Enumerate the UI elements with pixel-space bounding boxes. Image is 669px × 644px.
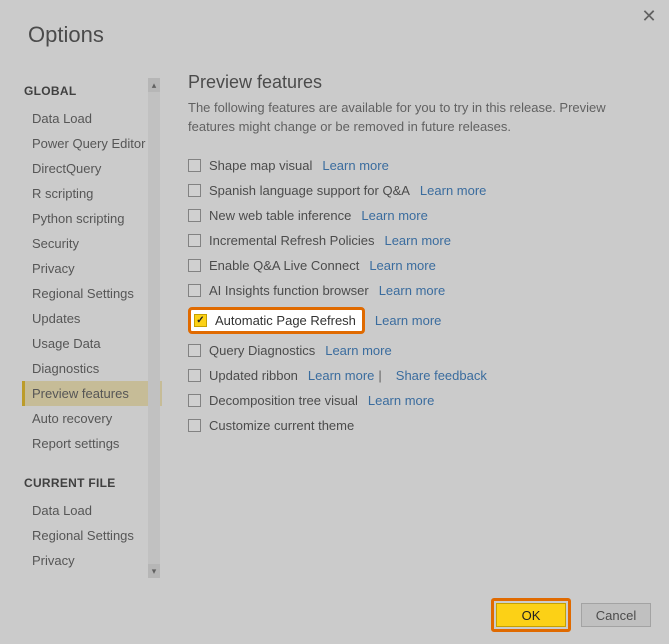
sidebar-item[interactable]: Preview features — [22, 381, 162, 406]
learn-more-link[interactable]: Learn more — [368, 393, 434, 408]
sidebar-item[interactable]: Updates — [22, 306, 162, 331]
feature-row: AI Insights function browser Learn more — [188, 278, 647, 303]
feature-label: Decomposition tree visual — [209, 393, 358, 408]
sidebar-scrollbar[interactable]: ▴ ▾ — [148, 78, 160, 578]
learn-more-link[interactable]: Learn more — [379, 283, 445, 298]
sidebar-item[interactable]: Privacy — [22, 548, 162, 573]
sidebar-item[interactable]: Power Query Editor — [22, 131, 162, 156]
sidebar-item[interactable]: Usage Data — [22, 331, 162, 356]
sidebar-item[interactable]: Regional Settings — [22, 281, 162, 306]
learn-more-link[interactable]: Learn more — [369, 258, 435, 273]
feature-checkbox[interactable] — [188, 234, 201, 247]
dialog-footer: OK Cancel — [491, 598, 651, 632]
learn-more-link[interactable]: Learn more — [308, 368, 374, 383]
share-feedback-link[interactable]: Share feedback — [396, 368, 487, 383]
ok-button[interactable]: OK — [496, 603, 566, 627]
feature-row: Updated ribbon Learn more | Share feedback — [188, 363, 647, 388]
learn-more-link[interactable]: Learn more — [322, 158, 388, 173]
feature-label: Enable Q&A Live Connect — [209, 258, 359, 273]
feature-label: Shape map visual — [209, 158, 312, 173]
sidebar-section-header: GLOBAL — [22, 78, 162, 106]
sidebar-item[interactable]: Security — [22, 231, 162, 256]
close-icon[interactable]: ✕ — [639, 6, 659, 26]
feature-checkbox[interactable] — [188, 159, 201, 172]
sidebar-item[interactable]: Report settings — [22, 431, 162, 456]
feature-row: Decomposition tree visual Learn more — [188, 388, 647, 413]
feature-checkbox[interactable] — [188, 344, 201, 357]
feature-highlight: Automatic Page Refresh — [188, 307, 365, 334]
sidebar-item[interactable]: Python scripting — [22, 206, 162, 231]
options-dialog: ✕ Options GLOBALData LoadPower Query Edi… — [0, 0, 669, 644]
sidebar-item[interactable]: Data Load — [22, 498, 162, 523]
feature-row: Enable Q&A Live Connect Learn more — [188, 253, 647, 278]
feature-checkbox[interactable] — [188, 369, 201, 382]
sidebar-item[interactable]: Privacy — [22, 256, 162, 281]
feature-label: Query Diagnostics — [209, 343, 315, 358]
ok-highlight: OK — [491, 598, 571, 632]
learn-more-link[interactable]: Learn more — [384, 233, 450, 248]
feature-checkbox[interactable] — [188, 284, 201, 297]
feature-label: New web table inference — [209, 208, 351, 223]
scroll-down-icon[interactable]: ▾ — [148, 564, 160, 578]
feature-checkbox[interactable] — [188, 184, 201, 197]
feature-row: Automatic Page Refresh Learn more — [188, 303, 647, 338]
sidebar-item[interactable]: R scripting — [22, 181, 162, 206]
page-description: The following features are available for… — [188, 99, 647, 137]
feature-checkbox[interactable] — [188, 394, 201, 407]
feature-checkbox[interactable] — [188, 419, 201, 432]
feature-row: Query Diagnostics Learn more — [188, 338, 647, 363]
feature-label: AI Insights function browser — [209, 283, 369, 298]
separator: | — [378, 368, 381, 383]
feature-row: Spanish language support for Q&A Learn mo… — [188, 178, 647, 203]
sidebar: GLOBALData LoadPower Query EditorDirectQ… — [22, 78, 162, 578]
sidebar-item[interactable]: Auto recovery — [22, 573, 162, 578]
main-panel: Preview features The following features … — [188, 72, 647, 584]
feature-label: Incremental Refresh Policies — [209, 233, 374, 248]
sidebar-item[interactable]: Regional Settings — [22, 523, 162, 548]
sidebar-item[interactable]: Data Load — [22, 106, 162, 131]
feature-checkbox[interactable] — [188, 209, 201, 222]
cancel-button[interactable]: Cancel — [581, 603, 651, 627]
sidebar-item[interactable]: Diagnostics — [22, 356, 162, 381]
feature-checkbox[interactable] — [194, 314, 207, 327]
feature-row: Shape map visual Learn more — [188, 153, 647, 178]
sidebar-item[interactable]: DirectQuery — [22, 156, 162, 181]
learn-more-link[interactable]: Learn more — [361, 208, 427, 223]
learn-more-link[interactable]: Learn more — [325, 343, 391, 358]
feature-label: Updated ribbon — [209, 368, 298, 383]
dialog-title: Options — [28, 22, 104, 48]
feature-checkbox[interactable] — [188, 259, 201, 272]
page-title: Preview features — [188, 72, 647, 93]
feature-row: Customize current theme — [188, 413, 647, 438]
sidebar-item[interactable]: Auto recovery — [22, 406, 162, 431]
feature-label: Spanish language support for Q&A — [209, 183, 410, 198]
sidebar-section-header: CURRENT FILE — [22, 470, 162, 498]
scroll-up-icon[interactable]: ▴ — [148, 78, 160, 92]
learn-more-link[interactable]: Learn more — [420, 183, 486, 198]
feature-row: Incremental Refresh Policies Learn more — [188, 228, 647, 253]
feature-label: Automatic Page Refresh — [215, 313, 356, 328]
feature-label: Customize current theme — [209, 418, 354, 433]
feature-row: New web table inference Learn more — [188, 203, 647, 228]
learn-more-link[interactable]: Learn more — [375, 313, 441, 328]
